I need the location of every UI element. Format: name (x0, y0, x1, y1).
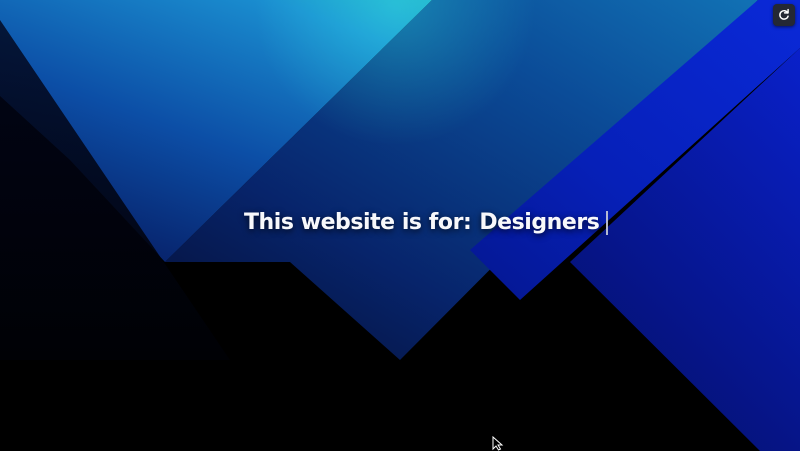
refresh-button[interactable] (773, 4, 795, 26)
headline-prefix: This website is for: (244, 210, 472, 235)
hero-viewport: This website is for: Designers (0, 0, 800, 451)
refresh-icon (779, 8, 789, 20)
mouse-pointer-icon (492, 436, 504, 451)
typed-word: Designers (479, 210, 600, 235)
typing-caret (606, 211, 609, 235)
hero-headline: This website is for: Designers (244, 208, 609, 238)
